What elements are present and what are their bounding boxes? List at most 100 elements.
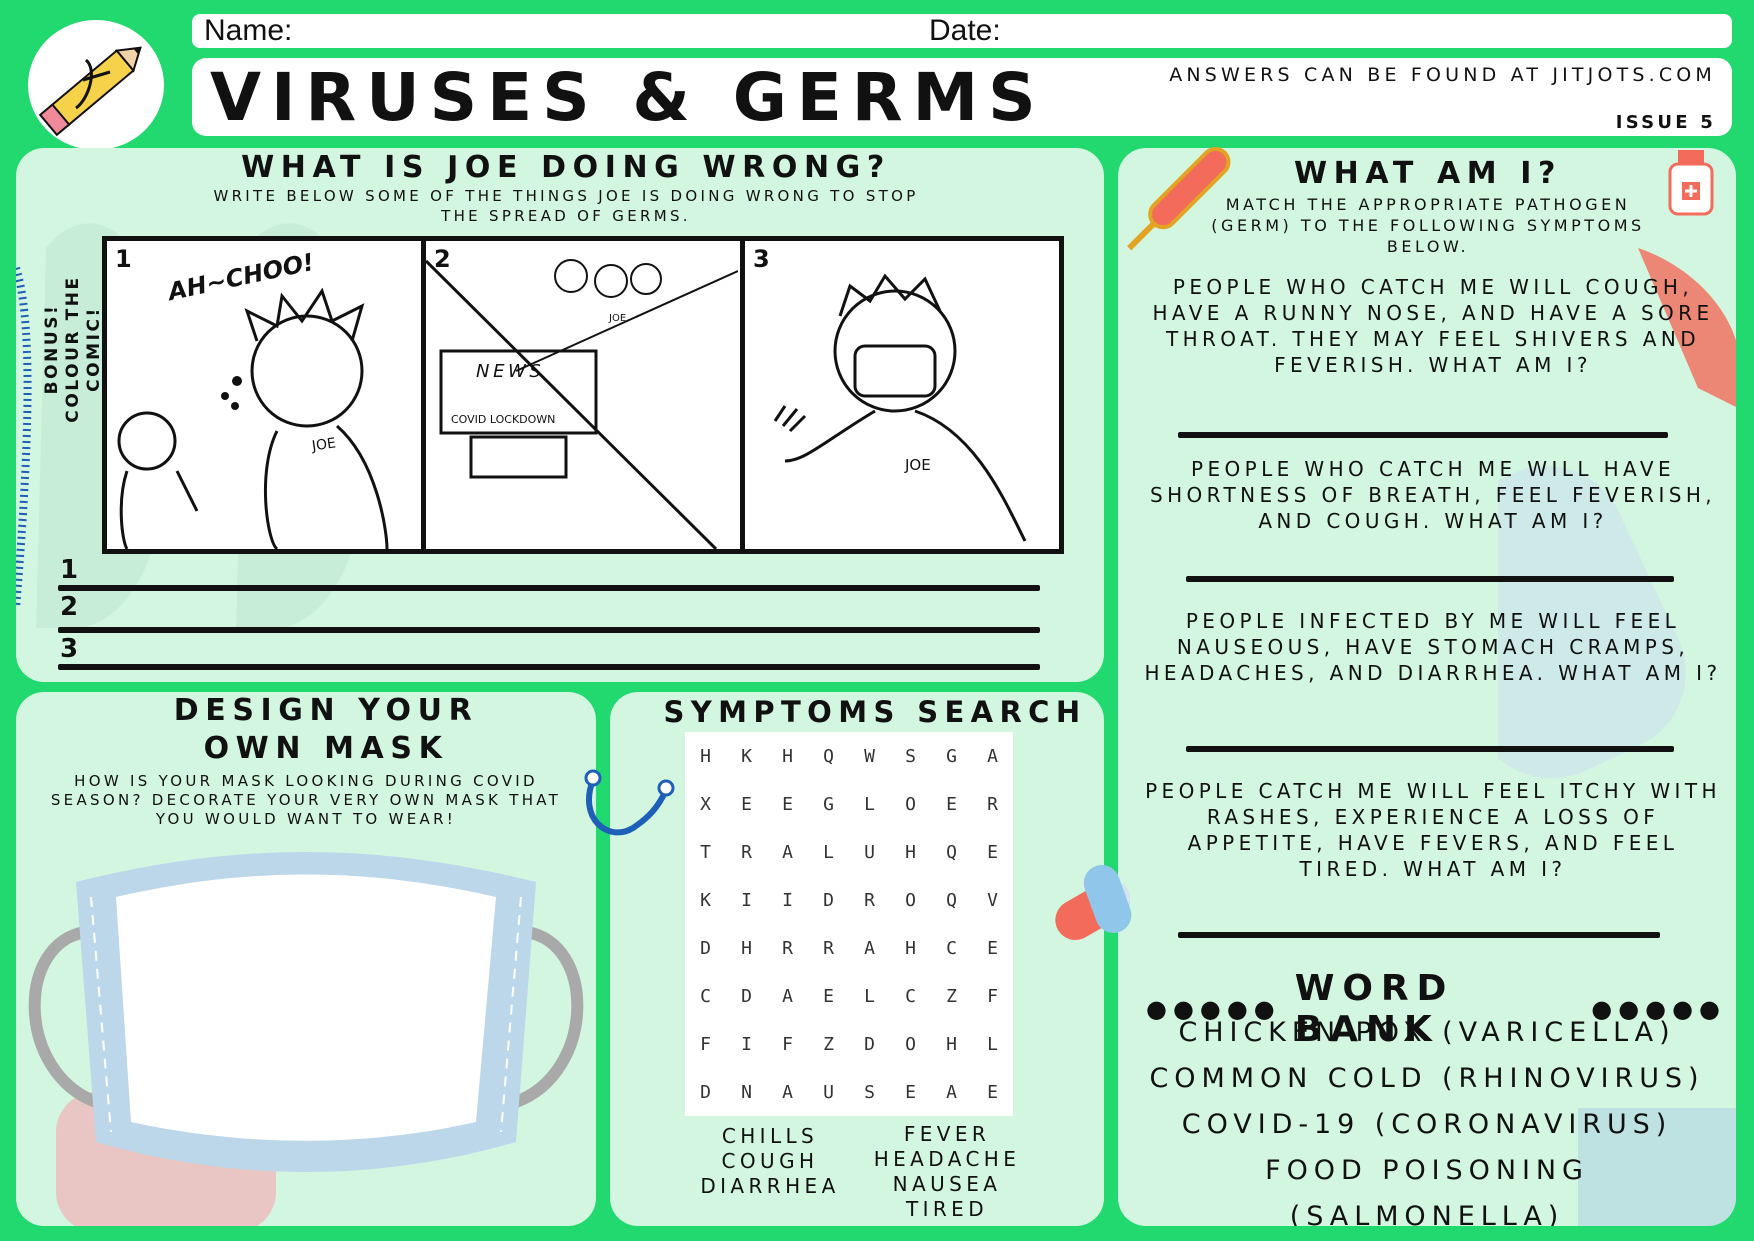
blank-number-3: 3 — [60, 634, 79, 664]
shirt-label: JOE — [905, 456, 931, 474]
grid-letter[interactable]: D — [726, 972, 767, 1020]
face-mask-outline[interactable] — [16, 842, 596, 1226]
grid-letter[interactable]: C — [931, 924, 972, 972]
word-item: NAUSEA — [892, 1172, 1002, 1196]
grid-letter[interactable]: E — [972, 1068, 1013, 1116]
grid-letter[interactable]: H — [767, 732, 808, 780]
capsule-pills-icon — [1055, 865, 1132, 940]
grid-letter[interactable]: U — [808, 1068, 849, 1116]
grid-letter[interactable]: L — [808, 828, 849, 876]
grid-letter[interactable]: E — [808, 972, 849, 1020]
what-am-i-instructions: MATCH THE APPROPRIATE PATHOGEN (GERM) TO… — [1211, 195, 1645, 256]
grid-letter[interactable]: E — [890, 1068, 931, 1116]
grid-letter[interactable]: Z — [931, 972, 972, 1020]
clue-2-answer-line[interactable] — [1186, 576, 1674, 582]
word-bank-list: CHICKEN POX (VARICELLA) COMMON COLD (RHI… — [1128, 1010, 1726, 1226]
word-item: TIRED — [905, 1197, 989, 1221]
grid-letter[interactable]: R — [972, 780, 1013, 828]
grid-letter[interactable]: R — [808, 924, 849, 972]
comic-strip: 1 AH~CHOO! JOE 2 NEWS COVID LOCKDOWN JOE… — [102, 236, 1064, 554]
grid-letter[interactable]: O — [890, 780, 931, 828]
grid-letter[interactable]: R — [849, 876, 890, 924]
grid-letter[interactable]: D — [685, 1068, 726, 1116]
grid-letter[interactable]: D — [849, 1020, 890, 1068]
comic-frame-3: 3 JOE — [745, 241, 1059, 549]
medicine-bottle-icon — [1668, 150, 1714, 216]
grid-letter[interactable]: A — [849, 924, 890, 972]
word-search-grid[interactable]: HKHQWSGAXEEGLOERTRALUHQEKIIDROQVDHRRAHCE… — [685, 732, 1013, 1116]
grid-letter[interactable]: E — [767, 780, 808, 828]
grid-letter[interactable]: H — [931, 1020, 972, 1068]
grid-letter[interactable]: L — [972, 1020, 1013, 1068]
grid-letter[interactable]: U — [849, 828, 890, 876]
grid-letter[interactable]: T — [685, 828, 726, 876]
masked-boy-drawing — [773, 273, 1027, 542]
grid-letter[interactable]: F — [685, 1020, 726, 1068]
grid-letter[interactable]: A — [972, 732, 1013, 780]
grid-letter[interactable]: E — [972, 828, 1013, 876]
grid-letter[interactable]: I — [767, 876, 808, 924]
grid-letter[interactable]: F — [767, 1020, 808, 1068]
grid-letter[interactable]: N — [726, 1068, 767, 1116]
grid-letter[interactable]: E — [726, 780, 767, 828]
grid-letter[interactable]: V — [972, 876, 1013, 924]
title-bar: VIRUSES & GERMS ANSWERS CAN BE FOUND AT … — [192, 58, 1732, 136]
grid-letter[interactable]: G — [931, 732, 972, 780]
shirt-label: JOE — [311, 435, 337, 455]
grid-letter[interactable]: X — [685, 780, 726, 828]
grid-letter[interactable]: E — [931, 780, 972, 828]
grid-letter[interactable]: O — [890, 1020, 931, 1068]
grid-letter[interactable]: C — [685, 972, 726, 1020]
answer-line-3[interactable] — [58, 664, 1040, 670]
blank-number-1: 1 — [60, 555, 79, 585]
grid-letter[interactable]: G — [808, 780, 849, 828]
grid-letter[interactable]: I — [726, 1020, 767, 1068]
grid-letter[interactable]: Z — [808, 1020, 849, 1068]
answer-line-2[interactable] — [58, 627, 1040, 633]
grid-letter[interactable]: H — [685, 732, 726, 780]
grid-letter[interactable]: H — [890, 924, 931, 972]
what-am-i-panel: WHAT AM I? MATCH THE APPROPRIATE PATHOGE… — [1118, 148, 1736, 1226]
comic-frame-2: 2 NEWS COVID LOCKDOWN JOE — [426, 241, 745, 549]
grid-letter[interactable]: A — [767, 828, 808, 876]
grid-letter[interactable]: S — [890, 732, 931, 780]
grid-letter[interactable]: O — [890, 876, 931, 924]
grid-letter[interactable]: H — [890, 828, 931, 876]
word-list-right: FEVER HEADACHE NAUSEA TIRED — [862, 1122, 1032, 1222]
grid-letter[interactable]: K — [726, 732, 767, 780]
answer-line-1[interactable] — [58, 585, 1040, 591]
grid-letter[interactable]: C — [890, 972, 931, 1020]
date-label: Date: — [929, 14, 1001, 47]
name-date-bar: Name: Date: — [192, 14, 1732, 48]
answers-note: ANSWERS CAN BE FOUND AT JITJOTS.COM — [1169, 64, 1716, 86]
grid-letter[interactable]: D — [808, 876, 849, 924]
mask-instructions: HOW IS YOUR MASK LOOKING DURING COVID SE… — [50, 772, 562, 828]
grid-letter[interactable]: H — [726, 924, 767, 972]
grid-letter[interactable]: Q — [931, 876, 972, 924]
grid-letter[interactable]: K — [685, 876, 726, 924]
grid-letter[interactable]: F — [972, 972, 1013, 1020]
grid-letter[interactable]: A — [767, 972, 808, 1020]
word-item: CHILLS — [721, 1124, 819, 1148]
grid-letter[interactable]: D — [685, 924, 726, 972]
stethoscope-icon — [584, 769, 675, 836]
clue-1-answer-line[interactable] — [1178, 432, 1668, 438]
clue-3-answer-line[interactable] — [1186, 746, 1674, 752]
grid-letter[interactable]: Q — [808, 732, 849, 780]
word-bank-item: COVID-19 (CORONAVIRUS) — [1181, 1109, 1673, 1140]
sneezing-boy-drawing — [117, 287, 389, 549]
clue-4-answer-line[interactable] — [1178, 932, 1660, 938]
mask-panel: DESIGN YOUR OWN MASK HOW IS YOUR MASK LO… — [16, 692, 596, 1226]
grid-letter[interactable]: S — [849, 1068, 890, 1116]
grid-letter[interactable]: L — [849, 780, 890, 828]
grid-letter[interactable]: A — [767, 1068, 808, 1116]
grid-letter[interactable]: Q — [931, 828, 972, 876]
grid-letter[interactable]: R — [767, 924, 808, 972]
grid-letter[interactable]: L — [849, 972, 890, 1020]
grid-letter[interactable]: A — [931, 1068, 972, 1116]
grid-letter[interactable]: W — [849, 732, 890, 780]
grid-letter[interactable]: R — [726, 828, 767, 876]
grid-letter[interactable]: I — [726, 876, 767, 924]
grid-letter[interactable]: E — [972, 924, 1013, 972]
mask-title-line1: DESIGN YOUR — [173, 693, 479, 728]
